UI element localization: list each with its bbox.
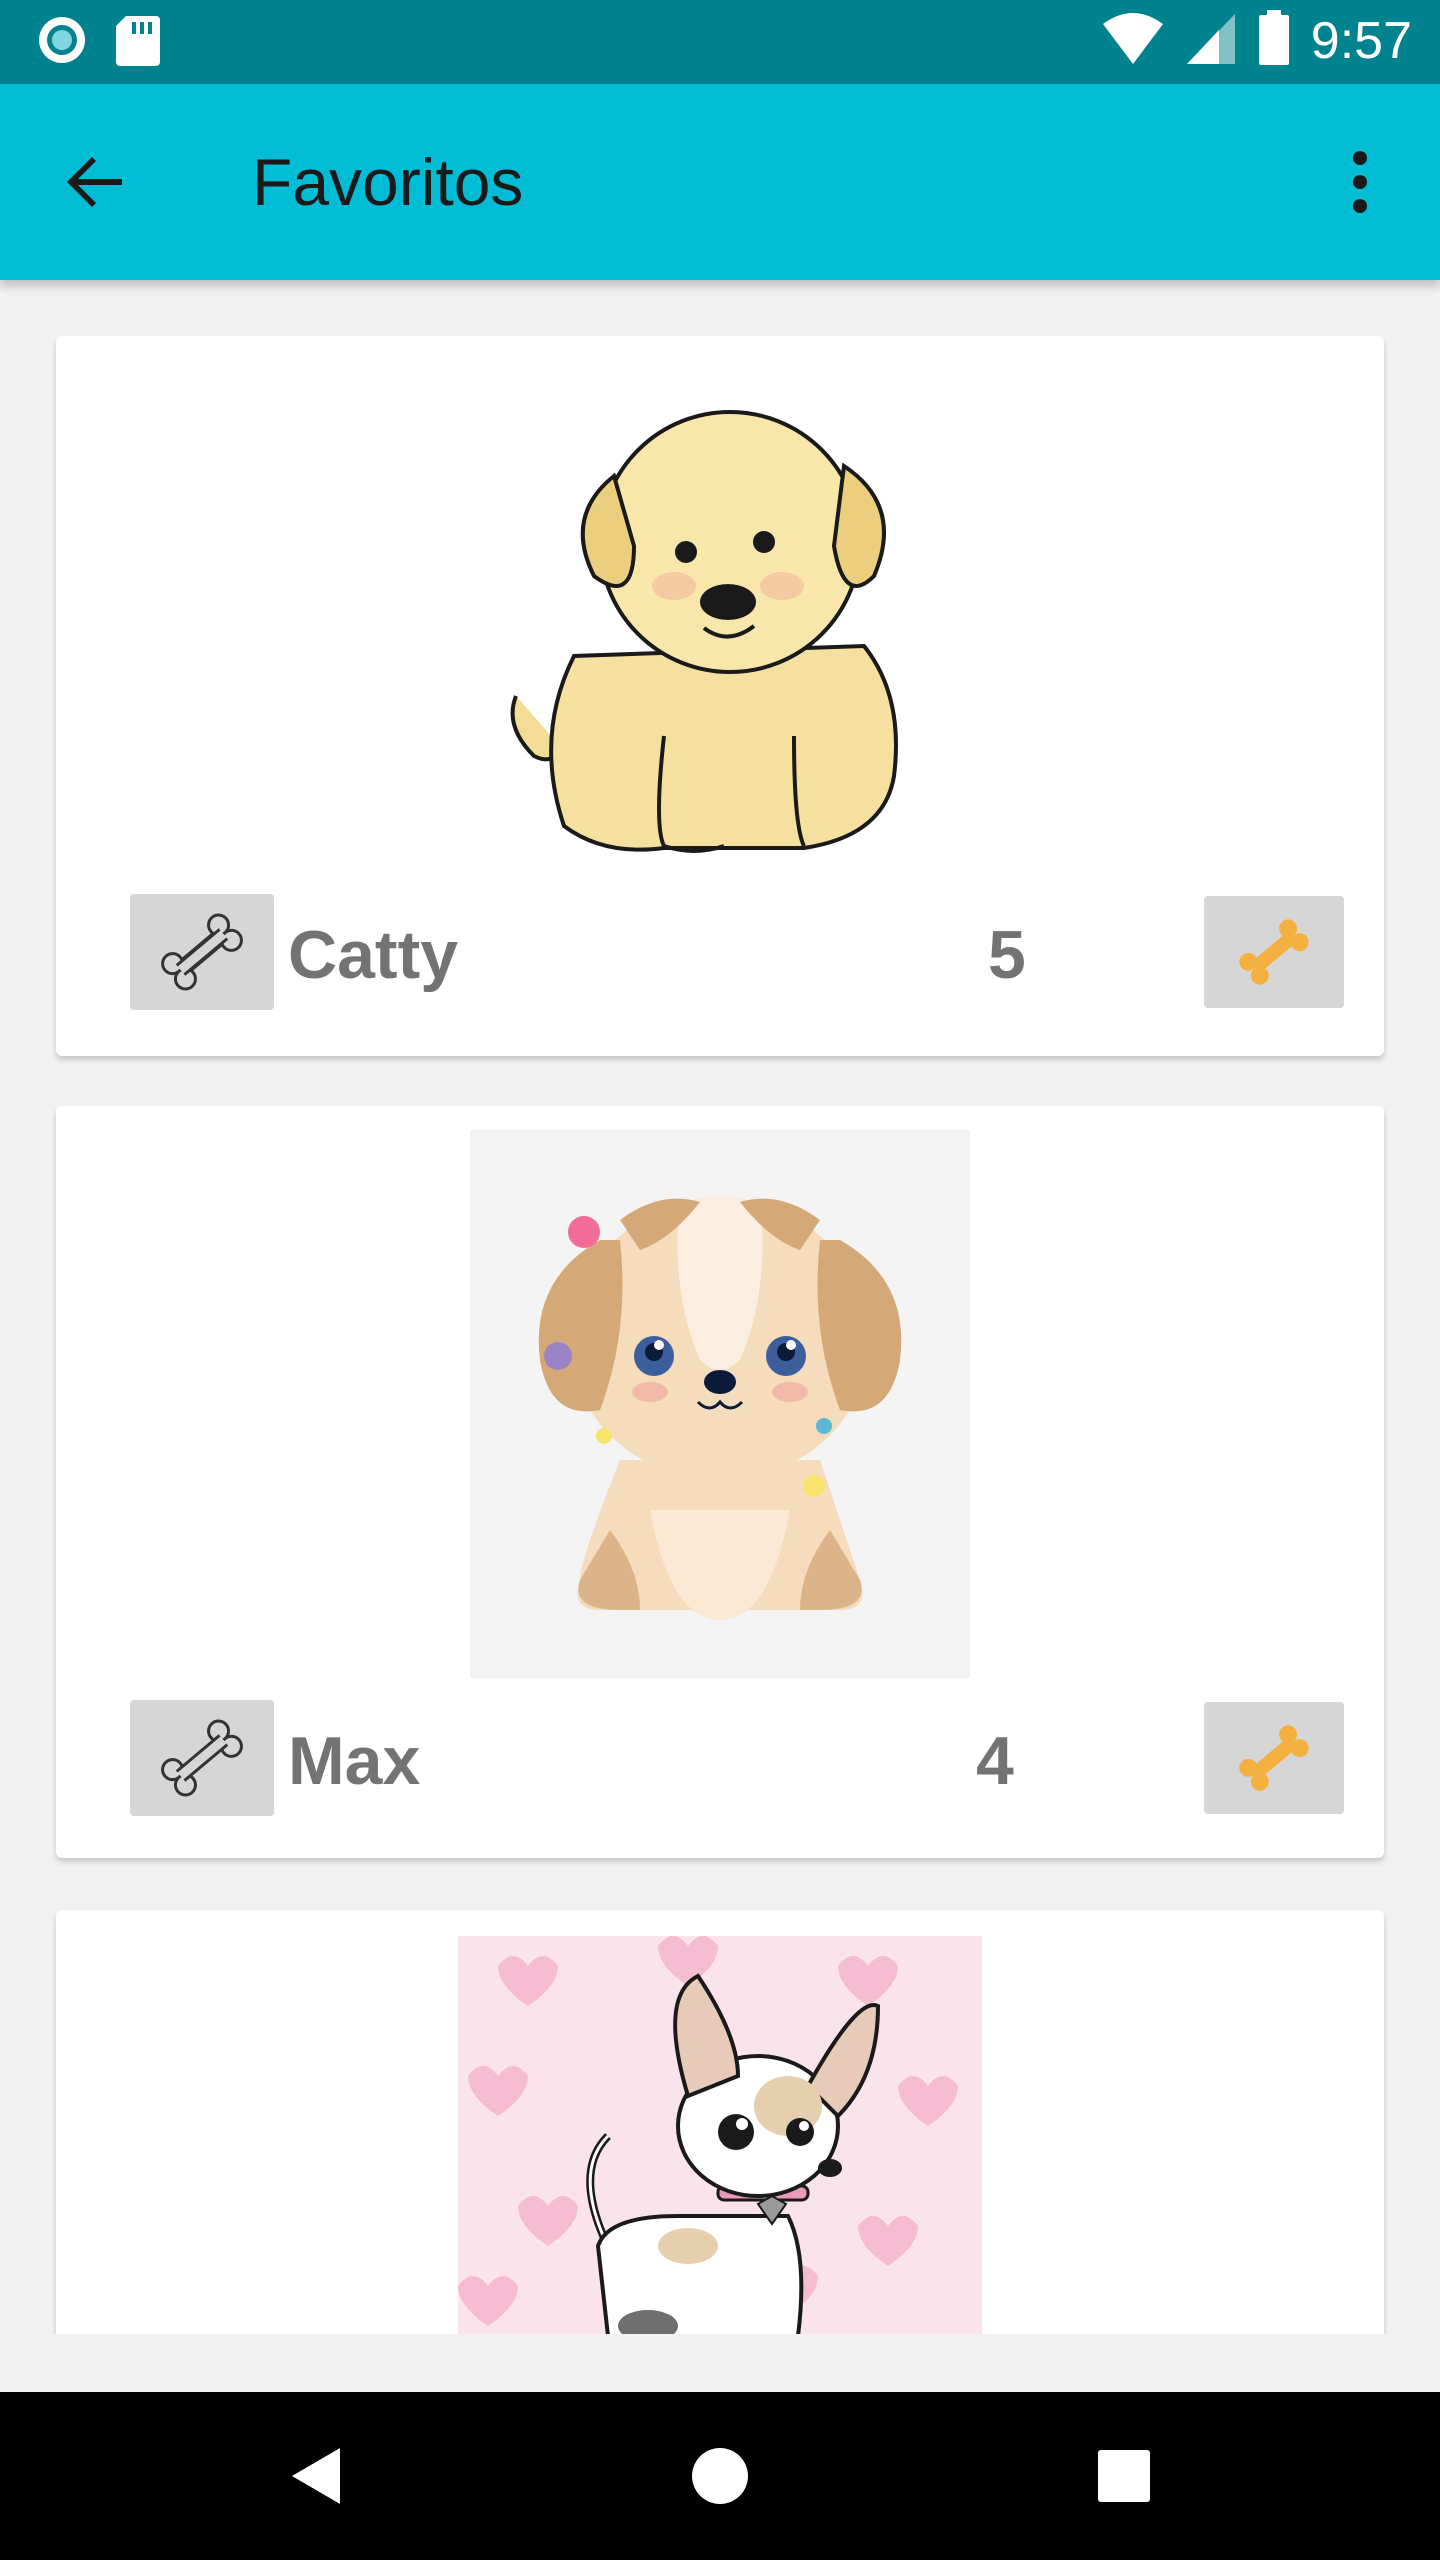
bone-outline-icon xyxy=(161,1719,243,1797)
bone-outline-button[interactable] xyxy=(130,1700,274,1816)
bone-filled-icon xyxy=(1239,1725,1309,1791)
nav-recents-button[interactable] xyxy=(1084,2436,1164,2516)
bone-rating-button[interactable] xyxy=(1204,1702,1344,1814)
bone-outline-icon xyxy=(161,913,243,991)
favorites-list[interactable]: Catty 5 Max 4 xyxy=(0,280,1440,2334)
nav-back-button[interactable] xyxy=(276,2436,356,2516)
nav-home-button[interactable] xyxy=(680,2436,760,2516)
nav-back-icon xyxy=(292,2448,340,2504)
nav-home-icon xyxy=(692,2448,748,2504)
battery-icon xyxy=(1257,10,1291,71)
cream-puppy-image xyxy=(470,1130,970,1678)
pet-card[interactable] xyxy=(56,1910,1384,2334)
app-bar: Favoritos xyxy=(0,84,1440,280)
yellow-puppy-image xyxy=(464,356,976,876)
bone-filled-icon xyxy=(1239,919,1309,985)
bone-rating-button[interactable] xyxy=(1204,896,1344,1008)
wifi-icon xyxy=(1101,10,1165,71)
signal-icon xyxy=(1185,10,1237,71)
nav-recents-icon xyxy=(1098,2450,1150,2502)
record-icon xyxy=(36,14,88,71)
sd-card-icon xyxy=(116,14,160,71)
more-vert-icon xyxy=(1353,151,1367,213)
bone-outline-button[interactable] xyxy=(130,894,274,1010)
system-nav-bar xyxy=(0,2392,1440,2560)
arrow-back-icon xyxy=(67,157,122,207)
pet-score: 5 xyxy=(988,917,1026,993)
status-bar: 9:57 xyxy=(0,0,1440,84)
clock: 9:57 xyxy=(1310,11,1412,70)
page-title: Favoritos xyxy=(252,145,524,219)
pet-name: Catty xyxy=(288,917,459,993)
pet-name: Max xyxy=(288,1723,421,1799)
pet-score: 4 xyxy=(976,1723,1014,1799)
overflow-menu-button[interactable] xyxy=(1320,142,1400,222)
back-button[interactable] xyxy=(56,142,136,222)
pet-card[interactable]: Catty 5 xyxy=(56,336,1384,1056)
pet-card[interactable]: Max 4 xyxy=(56,1106,1384,1858)
chihuahua-image xyxy=(458,1936,982,2334)
